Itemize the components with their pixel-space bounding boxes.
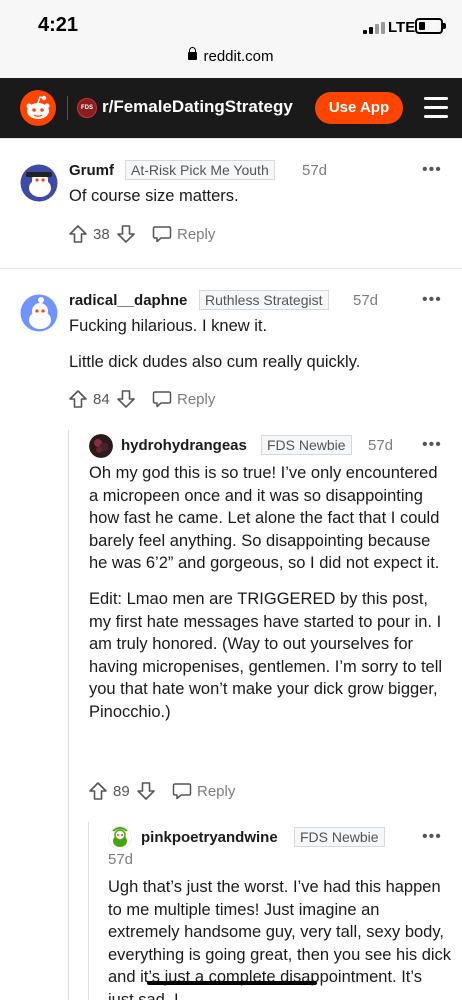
user-flair: FDS Newbie [294,827,385,847]
vote-score: 84 [93,391,110,408]
comment-bubble-icon[interactable] [152,390,172,408]
url-text: reddit.com [203,48,274,65]
more-options-icon[interactable]: ••• [422,292,442,308]
comment-paragraph: Fucking hilarious. I knew it. [69,317,268,335]
upvote-arrow-icon[interactable] [88,781,108,801]
use-app-button[interactable]: Use App [315,92,403,124]
comment-username[interactable]: Grumf [69,162,114,179]
upvote-arrow-icon[interactable] [68,224,88,244]
battery-icon [415,18,446,34]
user-flair: Ruthless Strategist [199,290,329,310]
comment-paragraph: Of course size matters. [69,187,239,205]
thread-line[interactable] [68,430,69,1000]
comment-username[interactable]: pinkpoetryandwine [141,829,278,846]
hand-drawn-underline [147,981,317,985]
upvote-arrow-icon[interactable] [68,389,88,409]
downvote-arrow-icon[interactable] [116,224,136,244]
more-options-icon[interactable]: ••• [422,162,442,178]
divider [0,268,462,269]
comment-bubble-icon[interactable] [152,225,172,243]
comment-body: Of course size matters. [69,185,449,208]
address-bar[interactable]: reddit.com [0,47,462,65]
comment-username[interactable]: radical__daphne [69,292,187,309]
comment-age: 57d [108,851,134,868]
comment-age: 57d [302,162,328,179]
comment-paragraph: Little dick dudes also cum really quickl… [69,352,361,371]
subreddit-name[interactable]: r/FemaleDatingStrategy [102,97,293,117]
divider [0,138,462,139]
comment-age: 57d [353,292,379,309]
comment-body: Oh my god this is so true! I’ve only enc… [89,462,449,724]
avatar[interactable] [20,294,58,332]
comment-username[interactable]: hydrohydrangeas [121,437,247,454]
hamburger-menu-icon[interactable] [424,97,448,119]
more-options-icon[interactable]: ••• [422,829,442,845]
comment-age: 57d [368,437,394,454]
downvote-arrow-icon[interactable] [116,389,136,409]
vote-score: 89 [113,783,130,800]
cellular-signal-icon [363,22,385,34]
reddit-logo-icon[interactable] [20,90,56,126]
vote-score: 38 [93,226,110,243]
avatar[interactable] [108,826,132,850]
downvote-arrow-icon[interactable] [136,781,156,801]
lock-icon [188,47,198,60]
reply-button[interactable]: Reply [197,783,235,800]
reddit-header: FDS r/FemaleDatingStrategy Use App [0,78,462,138]
avatar[interactable] [20,164,58,202]
user-flair: At-Risk Pick Me Youth [125,160,275,180]
reply-button[interactable]: Reply [177,391,215,408]
thread-line[interactable] [88,822,89,1000]
header-divider [67,96,68,120]
comment-body: Fucking hilarious. I knew it. Little dic… [69,315,449,373]
user-flair: FDS Newbie [261,435,352,455]
avatar[interactable] [89,434,113,458]
more-options-icon[interactable]: ••• [422,437,442,453]
reply-button[interactable]: Reply [177,226,215,243]
network-type: LTE [388,19,416,36]
comment-paragraph: Oh my god this is so true! I’ve only enc… [89,464,440,573]
comment-bubble-icon[interactable] [172,782,192,800]
subreddit-icon[interactable]: FDS [77,98,97,118]
status-time: 4:21 [38,14,79,36]
ios-status-bar: 4:21 LTE reddit.com [0,0,462,78]
comment-paragraph: Edit: Lmao men are TRIGGERED by this pos… [89,589,443,721]
